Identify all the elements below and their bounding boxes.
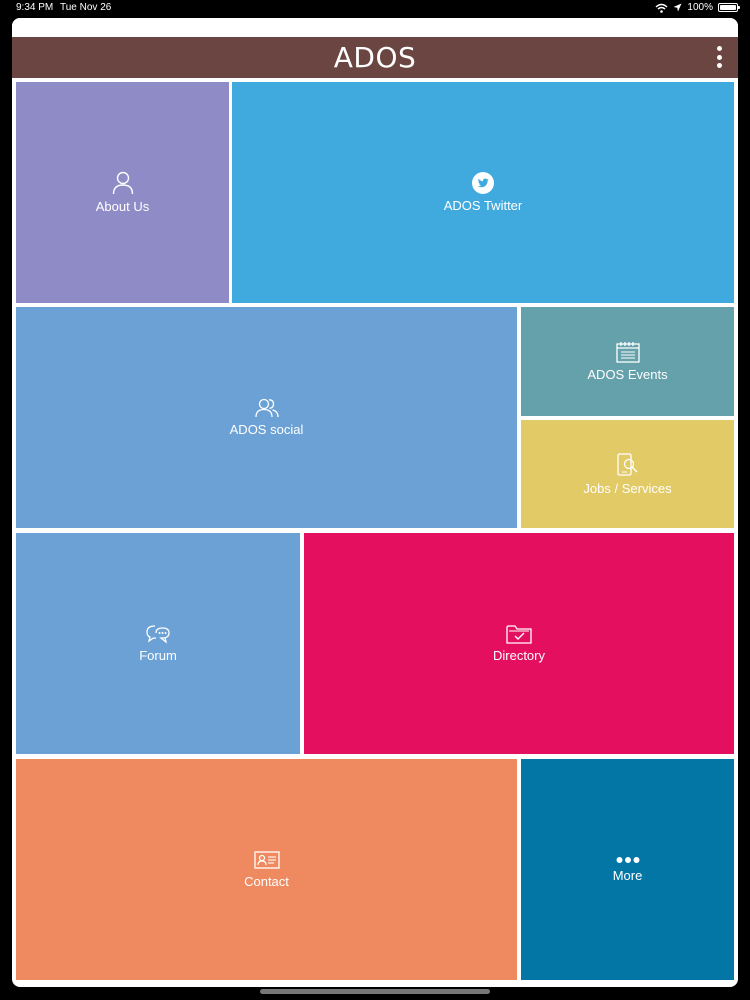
calendar-icon: [615, 342, 640, 363]
status-indicators: 100%: [655, 2, 740, 13]
tile-ados-twitter-label: ADOS Twitter: [443, 198, 523, 213]
tile-about-us[interactable]: About Us: [16, 82, 229, 303]
tile-jobs-services-label: Jobs / Services: [583, 480, 672, 496]
more-dots-icon: [616, 857, 639, 863]
battery-icon: [718, 3, 740, 12]
status-date: Tue Nov 26: [60, 2, 112, 13]
job-search-icon: [616, 452, 638, 476]
folder-check-icon: [506, 625, 532, 644]
tile-ados-events-label: ADOS Events: [587, 367, 668, 382]
tile-forum-label: Forum: [139, 648, 177, 663]
location-icon: [673, 3, 682, 12]
tile-jobs-services[interactable]: Jobs / Services: [521, 420, 734, 528]
person-icon: [112, 171, 133, 195]
tile-directory-label: Directory: [492, 648, 545, 663]
tile-ados-social[interactable]: ADOS social: [16, 307, 517, 528]
chat-bubbles-icon: [146, 625, 170, 644]
tile-about-us-label: About Us: [95, 199, 150, 214]
app-title: ADOS: [333, 41, 417, 74]
tile-more-label: More: [612, 868, 643, 883]
tile-directory[interactable]: Directory: [304, 533, 734, 754]
tile-contact-label: Contact: [244, 874, 289, 889]
twitter-icon: [472, 172, 494, 194]
tile-ados-social-label: ADOS social: [229, 422, 304, 437]
tile-forum[interactable]: Forum: [16, 533, 300, 754]
wifi-icon: [655, 3, 668, 13]
overflow-menu-button[interactable]: [712, 46, 726, 68]
app-header: ADOS: [12, 37, 738, 78]
tile-contact[interactable]: Contact: [16, 759, 517, 980]
battery-percent: 100%: [687, 2, 713, 13]
status-bar: 9:34 PM Tue Nov 26 100%: [0, 0, 750, 18]
app-window: ADOS About Us ADOS Twitter ADOS social A…: [12, 18, 738, 987]
tile-more[interactable]: More: [521, 759, 734, 980]
top-strip: [12, 18, 738, 37]
home-indicator[interactable]: [260, 989, 490, 994]
tile-ados-events[interactable]: ADOS Events: [521, 307, 734, 416]
status-time: 9:34 PM: [16, 2, 54, 13]
contact-card-icon: [253, 851, 280, 869]
tile-ados-twitter[interactable]: ADOS Twitter: [232, 82, 734, 303]
people-icon: [254, 398, 279, 418]
